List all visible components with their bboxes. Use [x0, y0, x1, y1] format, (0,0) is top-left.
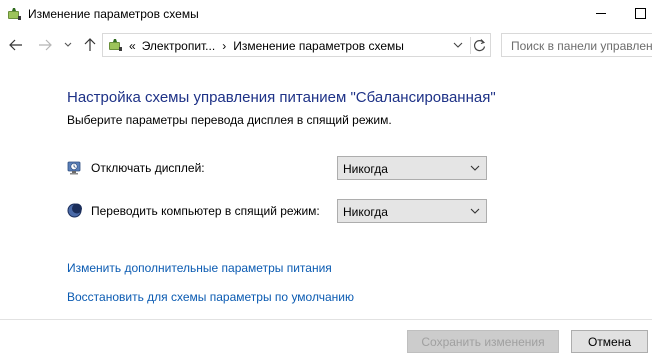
power-options-icon	[109, 39, 122, 51]
restore-defaults-link[interactable]: Восстановить для схемы параметры по умол…	[67, 290, 354, 304]
sleep-label: Переводить компьютер в спящий режим:	[91, 204, 320, 218]
chevron-down-icon	[64, 42, 72, 47]
display-off-value: Никогда	[343, 162, 388, 176]
minimize-button[interactable]	[596, 13, 606, 14]
display-off-setting: Отключать дисплей: Никогда	[66, 156, 491, 180]
sleep-value: Никогда	[343, 205, 388, 219]
search-input[interactable]: Поиск в панели управлен	[501, 33, 652, 57]
sleep-select[interactable]: Никогда	[337, 199, 487, 223]
display-off-label: Отключать дисплей:	[91, 161, 205, 175]
search-placeholder: Поиск в панели управлен	[511, 39, 652, 53]
forward-button[interactable]	[36, 36, 54, 54]
save-changes-button[interactable]: Сохранить изменения	[407, 330, 559, 353]
chevron-down-icon[interactable]	[451, 38, 465, 52]
footer-divider	[0, 319, 652, 320]
page-subtitle: Выберите параметры перевода дисплея в сп…	[67, 113, 392, 127]
window-title: Изменение параметров схемы	[28, 7, 199, 21]
sleep-setting: Переводить компьютер в спящий режим: Ник…	[66, 199, 491, 223]
chevron-down-icon	[470, 165, 480, 171]
title-bar: Изменение параметров схемы	[0, 0, 652, 30]
breadcrumb-power-options[interactable]: Электропит...	[142, 39, 216, 53]
refresh-icon	[473, 39, 486, 52]
cancel-button[interactable]: Отмена	[571, 330, 648, 353]
address-bar[interactable]: « Электропит... › Изменение параметров с…	[102, 33, 491, 57]
breadcrumb-edit-plan[interactable]: Изменение параметров схемы	[233, 39, 404, 53]
arrow-up-icon	[84, 38, 96, 51]
page-title: Настройка схемы управления питанием "Сба…	[67, 89, 496, 106]
back-button[interactable]	[7, 36, 25, 54]
refresh-button[interactable]	[470, 37, 488, 54]
recent-locations-button[interactable]	[62, 36, 74, 54]
advanced-settings-link[interactable]: Изменить дополнительные параметры питани…	[67, 261, 332, 275]
navigation-bar: « Электропит... › Изменение параметров с…	[0, 30, 652, 60]
monitor-clock-icon	[67, 161, 81, 175]
power-options-icon	[8, 8, 21, 20]
arrow-left-icon	[9, 39, 22, 51]
moon-icon	[67, 203, 82, 218]
breadcrumb-separator[interactable]: ›	[222, 39, 226, 53]
maximize-button[interactable]	[635, 8, 646, 19]
arrow-right-icon	[39, 39, 52, 51]
breadcrumb: « Электропит... › Изменение параметров с…	[129, 39, 404, 53]
display-off-select[interactable]: Никогда	[337, 156, 487, 180]
up-button[interactable]	[81, 36, 99, 54]
breadcrumb-overflow[interactable]: «	[129, 39, 136, 53]
chevron-down-icon	[470, 208, 480, 214]
